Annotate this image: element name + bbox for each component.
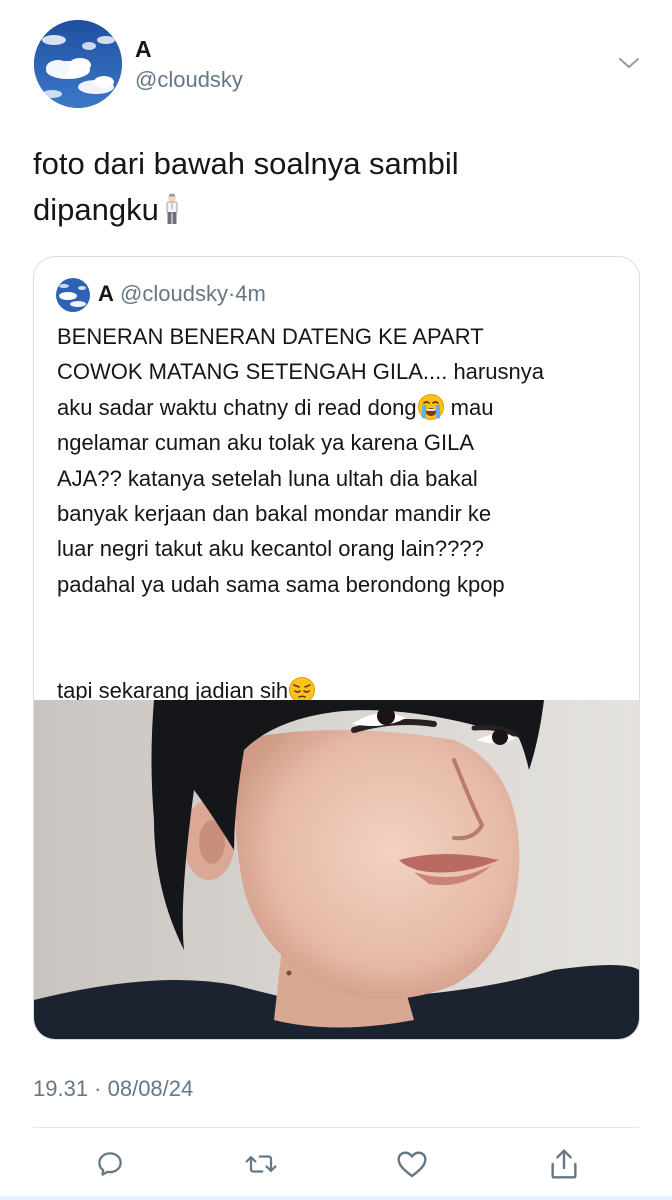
quoted-text-blank-line [57,602,622,637]
like-button[interactable] [392,1144,432,1184]
share-button[interactable] [544,1144,584,1184]
quoted-text-segment: mau [444,394,494,420]
quoted-text: BENERAN BENERAN DATENG KE APART COWOK MA… [57,319,622,708]
reply-icon [98,1152,122,1176]
person-standing-emoji [163,192,181,224]
tweet-text-line: foto dari bawah soalnya sambil [33,146,459,181]
profile-avatar[interactable] [34,20,122,108]
retweet-icon [245,1155,277,1173]
quoted-text-line: BENERAN BENERAN DATENG KE APART [57,324,484,349]
quoted-tweet-card[interactable]: A @cloudsky·4m BENERAN BENERAN DATENG KE… [33,256,640,1040]
share-icon [551,1149,577,1179]
heart-icon [397,1151,427,1178]
quoted-text-segment: aku sadar waktu chatny di read dong [57,394,417,420]
reply-button[interactable] [90,1144,130,1184]
loudly-crying-face-emoji [417,393,445,421]
tweet-text: foto dari bawah soalnya sambil dipangku [33,141,593,233]
quoted-header: A @cloudsky·4m [98,281,266,307]
divider [33,1127,639,1128]
quoted-text-blank-line [57,638,622,673]
author-display-name[interactable]: A [135,36,152,63]
tweet: A @cloudsky foto dari bawah soalnya samb… [0,0,672,1200]
action-bar [0,1144,672,1184]
quoted-avatar [56,278,90,312]
tweet-timestamp[interactable]: 19.31 · 08/08/24 [33,1076,193,1102]
quoted-text-line-with-emoji: aku sadar waktu chatny di read dong mau [57,390,622,425]
author-handle[interactable]: @cloudsky [135,67,243,93]
quoted-handle: @cloudsky [120,281,228,306]
quoted-text-line: COWOK MATANG SETENGAH GILA.... harusnya [57,359,544,385]
quoted-text-line: padahal ya udah sama sama berondong kpop [57,571,505,597]
cloud-sky-image [56,278,90,312]
portrait-photo [34,700,639,1039]
quoted-text-line: luar negri takut aku kecantol orang lain… [57,536,484,562]
quoted-display-name: A [98,281,114,306]
tweet-text-line: dipangku [33,192,159,227]
cloud-sky-image [34,20,122,108]
chevron-down-icon[interactable] [617,54,641,72]
quoted-text-line: banyak kerjaan dan bakal mondar mandir k… [57,501,492,527]
retweet-button[interactable] [241,1144,281,1184]
quoted-text-line: ngelamar cuman aku tolak ya karena GILA [57,430,475,456]
bottom-strip [0,1196,672,1200]
quoted-photo[interactable] [34,700,639,1039]
quoted-text-line: AJA?? katanya setelah luna ultah dia bak… [57,465,478,491]
quoted-time: 4m [235,281,266,306]
